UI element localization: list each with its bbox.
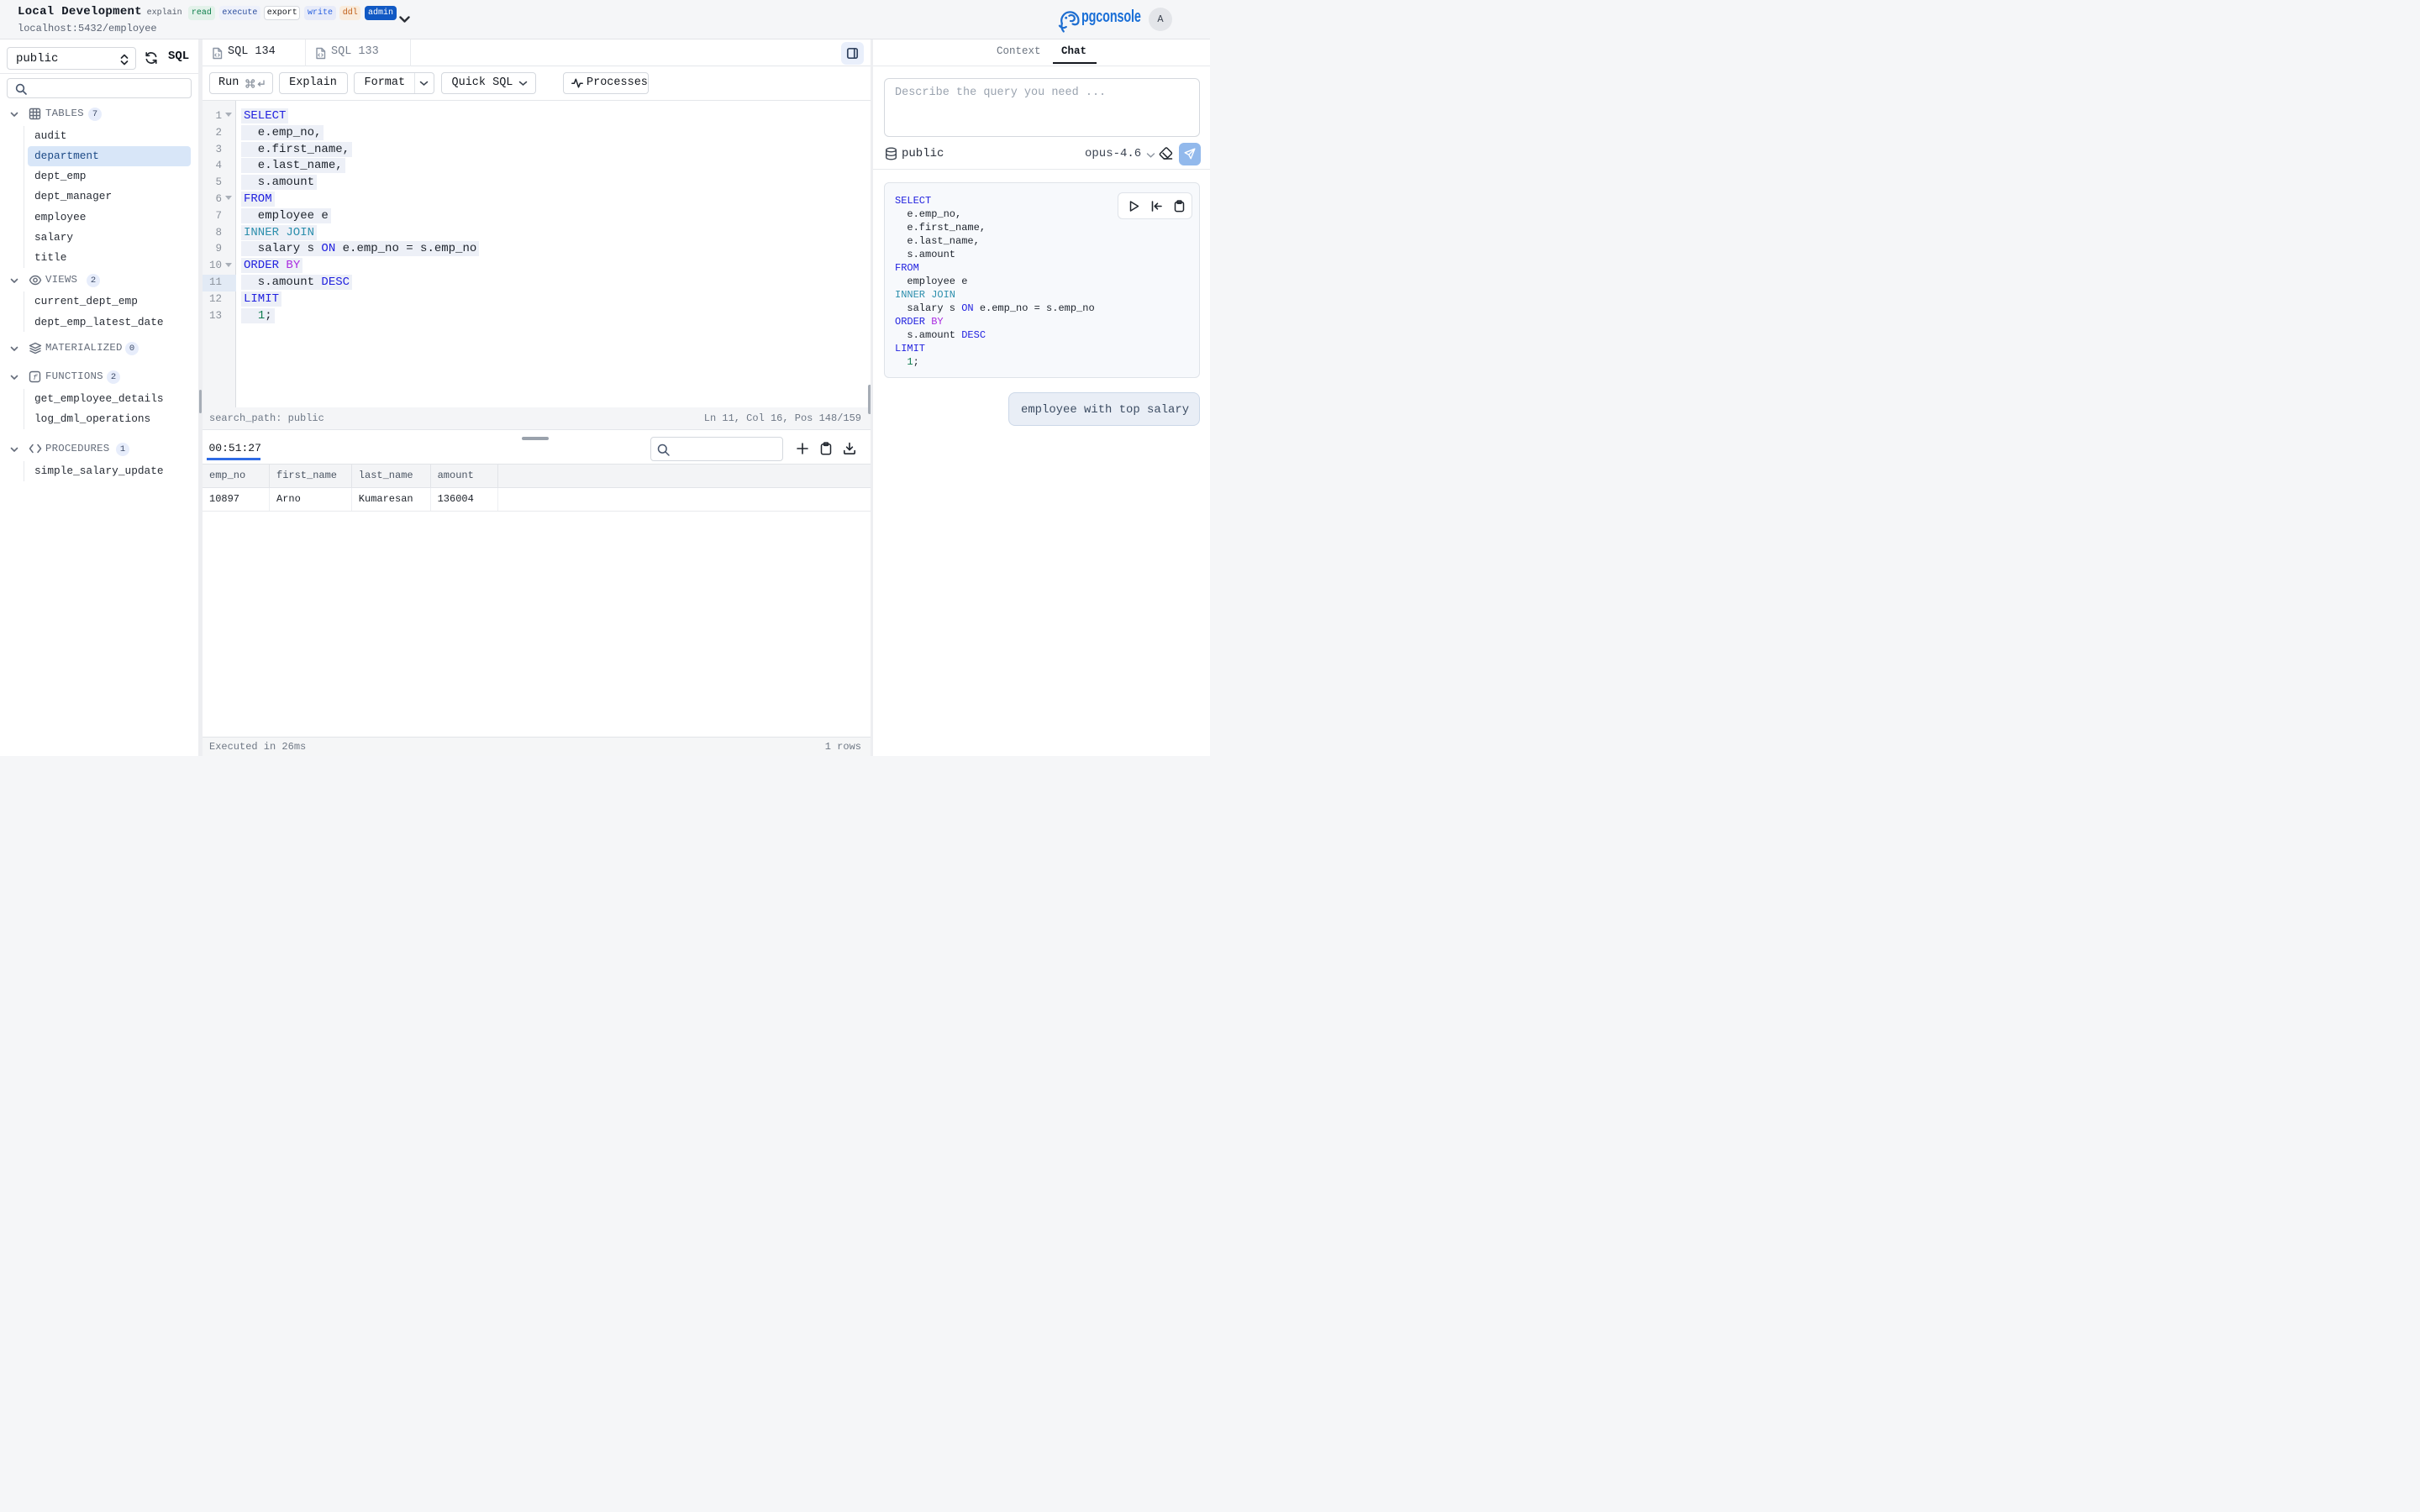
svg-text:f: f [33, 373, 38, 382]
